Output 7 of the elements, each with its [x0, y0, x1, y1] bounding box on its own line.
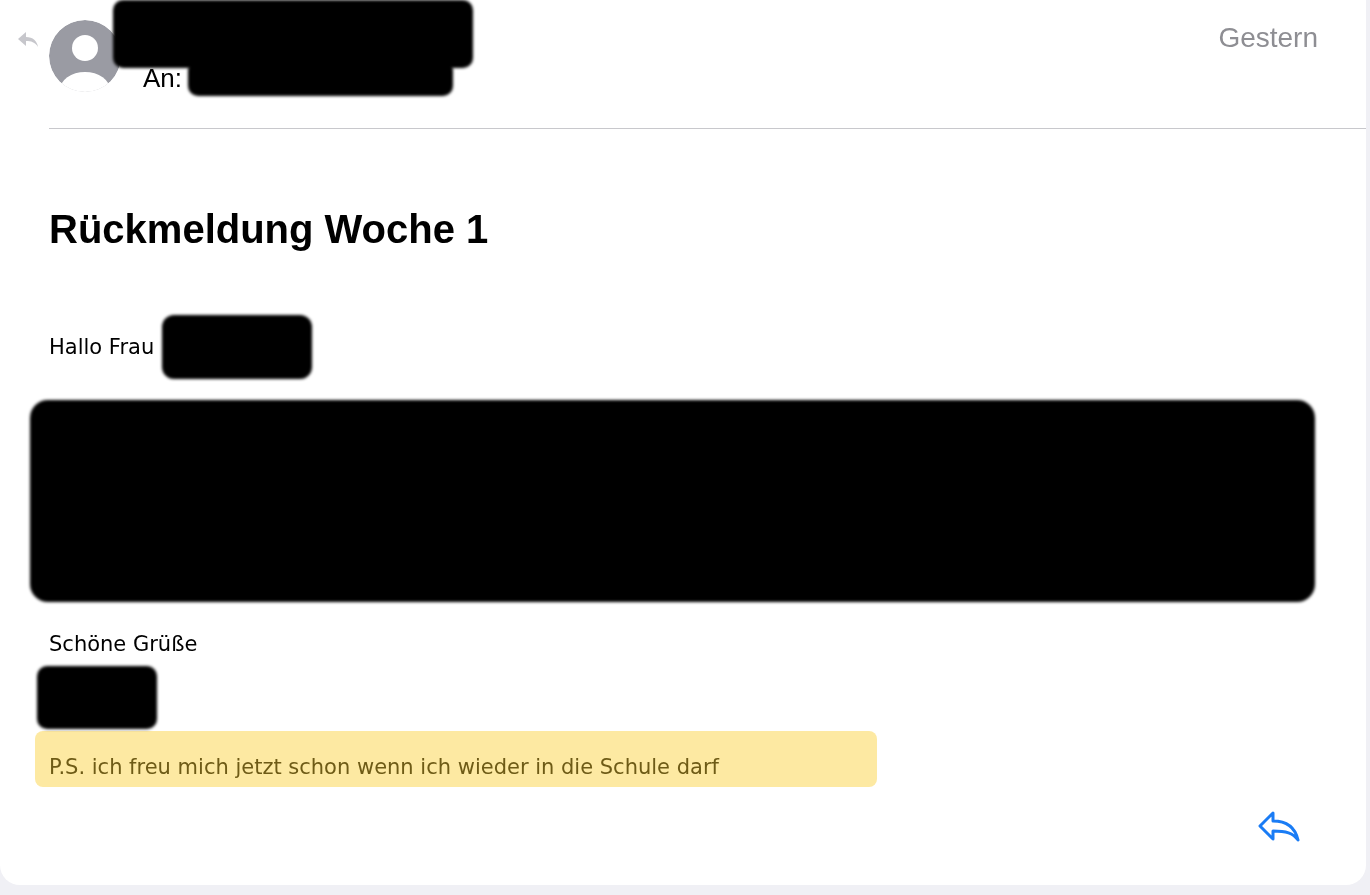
avatar-icon [49, 20, 121, 92]
email-subject: Rückmeldung Woche 1 [49, 207, 490, 251]
postscript-text: P.S. ich freu mich jetzt schon wenn ich wieder in die Schule darf [35, 731, 877, 787]
recipient-label: An: [143, 62, 183, 94]
date-label: Gestern [1218, 22, 1318, 54]
closing-text: Schöne Grüße [49, 632, 199, 656]
greeting-text: Hallo Frau [49, 335, 155, 359]
